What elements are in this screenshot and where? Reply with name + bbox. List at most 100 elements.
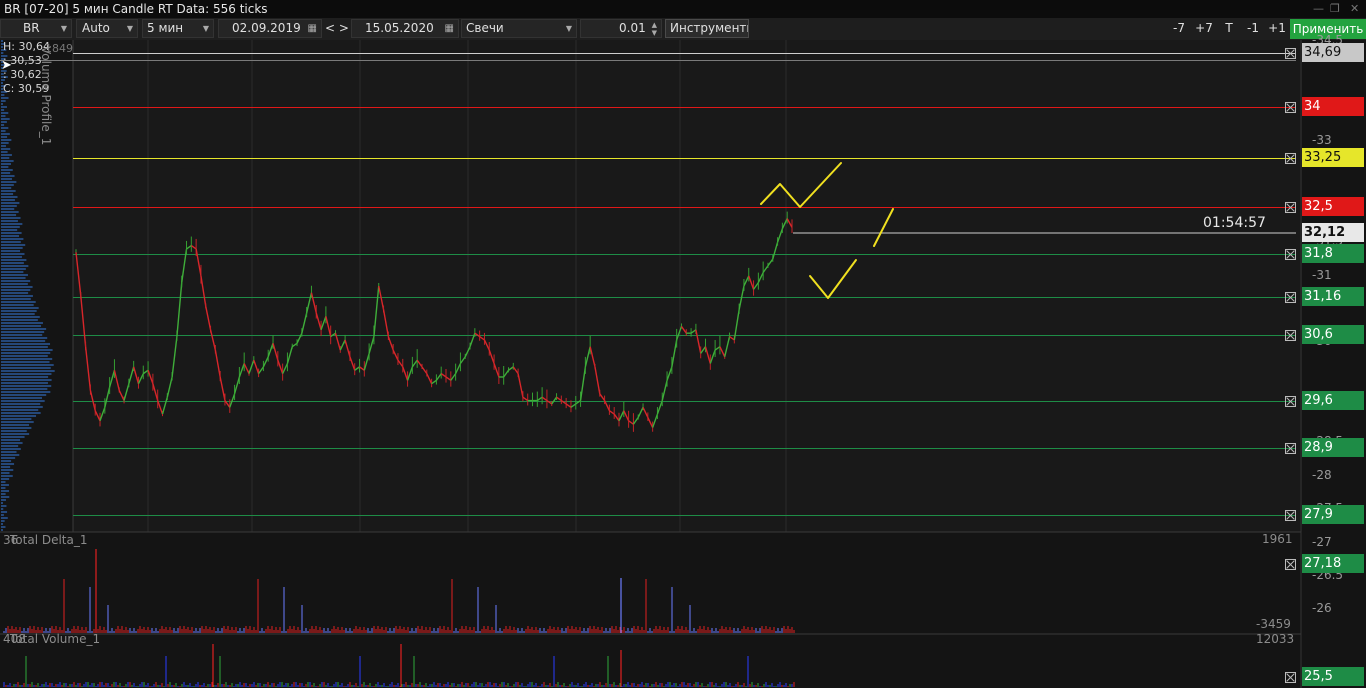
- profile-bar: [1, 97, 9, 99]
- stepper-arrows-icon[interactable]: ▲ ▼: [652, 21, 657, 37]
- volume-profile-label: Volume Profile_1: [39, 46, 53, 146]
- profile-bar: [1, 112, 9, 114]
- level-price-tag[interactable]: 27,9: [1302, 505, 1364, 524]
- level-price-tag[interactable]: 31,8: [1302, 244, 1364, 263]
- profile-bar: [1, 412, 41, 414]
- profile-bar: [1, 208, 15, 210]
- remove-level-icon[interactable]: [1285, 48, 1296, 59]
- profile-bar: [1, 175, 15, 177]
- level-price-tag[interactable]: 30,6: [1302, 325, 1364, 344]
- remove-level-icon[interactable]: [1285, 672, 1296, 683]
- profile-bar: [1, 340, 46, 342]
- remove-level-icon[interactable]: [1285, 249, 1296, 260]
- profile-bar: [1, 439, 21, 441]
- profile-bar: [1, 289, 31, 291]
- profile-bar: [1, 337, 48, 339]
- profile-bar: [1, 334, 43, 336]
- profile-bar: [1, 214, 17, 216]
- profile-bar: [1, 109, 5, 111]
- tick-size-stepper[interactable]: 0.01 ▲ ▼: [580, 19, 662, 38]
- profile-bar: [1, 196, 18, 198]
- profile-bar: [1, 454, 20, 456]
- profile-bar: [1, 376, 49, 378]
- profile-bar: [1, 502, 3, 504]
- level-price-tag[interactable]: 29,6: [1302, 391, 1364, 410]
- profile-bar: [1, 283, 28, 285]
- profile-bar: [1, 382, 48, 384]
- level-price-tag[interactable]: 25,5: [1302, 667, 1364, 686]
- profile-bar: [1, 397, 42, 399]
- profile-bar: [1, 478, 10, 480]
- profile-bar: [1, 529, 3, 531]
- level-price-tag[interactable]: 32,5: [1302, 197, 1364, 216]
- t-button[interactable]: T: [1219, 19, 1239, 38]
- level-price-tag[interactable]: 33,25: [1302, 148, 1364, 167]
- profile-bar: [1, 418, 32, 420]
- profile-bar: [1, 472, 10, 474]
- date-to-field[interactable]: 15.05.2020 ▦: [351, 19, 459, 38]
- profile-bar: [1, 451, 17, 453]
- profile-bar: [1, 253, 25, 255]
- price-axis-tick: -31: [1312, 268, 1332, 282]
- symbol-select[interactable]: BR ▼: [0, 19, 72, 38]
- toolbar: BR ▼ Auto ▼ 5 мин ▼ 02.09.2019 ▦ < > 15.…: [0, 18, 1366, 41]
- instruments-button[interactable]: Инструменты: [665, 19, 749, 38]
- profile-bar: [1, 199, 15, 201]
- remove-level-icon[interactable]: [1285, 153, 1296, 164]
- profile-bar: [1, 262, 24, 264]
- profile-bar: [1, 106, 7, 108]
- level-price-tag[interactable]: 34: [1302, 97, 1364, 116]
- remove-level-icon[interactable]: [1285, 102, 1296, 113]
- chart-type-select[interactable]: Свечи ▼: [461, 19, 577, 38]
- profile-bar: [1, 385, 52, 387]
- profile-bar: [1, 169, 13, 171]
- close-icon[interactable]: ✕: [1350, 2, 1359, 15]
- profile-bar: [1, 265, 29, 267]
- remove-level-icon[interactable]: [1285, 443, 1296, 454]
- profile-bar: [1, 442, 23, 444]
- date-nav-button[interactable]: < >: [325, 19, 349, 38]
- scale-select[interactable]: Auto ▼: [76, 19, 138, 38]
- level-price-tag[interactable]: 34,69: [1302, 43, 1364, 62]
- plus7-button[interactable]: +7: [1192, 19, 1216, 38]
- date-from-field[interactable]: 02.09.2019 ▦: [218, 19, 322, 38]
- profile-bar: [1, 247, 23, 249]
- chart-area[interactable]: 01:54:57: [0, 40, 1366, 688]
- profile-bar: [1, 496, 10, 498]
- plus1-button[interactable]: +1: [1266, 19, 1288, 38]
- profile-bar: [1, 250, 21, 252]
- level-price-tag[interactable]: 31,16: [1302, 287, 1364, 306]
- profile-bar: [1, 322, 43, 324]
- profile-bar: [1, 475, 13, 477]
- profile-bar: [1, 469, 14, 471]
- minus1-button[interactable]: -1: [1242, 19, 1264, 38]
- profile-bar: [1, 100, 6, 102]
- profile-bar: [1, 190, 16, 192]
- minus7-button[interactable]: -7: [1168, 19, 1190, 38]
- level-price-tag[interactable]: 27,18: [1302, 554, 1364, 573]
- profile-bar: [1, 310, 37, 312]
- remove-level-icon[interactable]: [1285, 202, 1296, 213]
- minimize-icon[interactable]: —: [1313, 2, 1324, 15]
- delta-max: 1961: [1262, 532, 1293, 546]
- remove-level-icon[interactable]: [1285, 396, 1296, 407]
- profile-bar: [1, 430, 27, 432]
- profile-bar: [1, 139, 12, 141]
- profile-bar: [1, 487, 6, 489]
- profile-bar: [1, 457, 16, 459]
- profile-bar: [1, 343, 51, 345]
- maximize-icon[interactable]: ❐: [1330, 2, 1340, 15]
- chart-type-value: Свечи: [466, 21, 504, 35]
- remove-level-icon[interactable]: [1285, 510, 1296, 521]
- remove-level-icon[interactable]: [1285, 330, 1296, 341]
- remove-level-icon[interactable]: [1285, 559, 1296, 570]
- profile-bar: [1, 241, 21, 243]
- profile-bar: [1, 508, 4, 510]
- instruments-label: Инструменты: [670, 21, 749, 35]
- level-price-tag[interactable]: 28,9: [1302, 438, 1364, 457]
- profile-bar: [1, 103, 3, 105]
- profile-bar: [1, 184, 14, 186]
- current-price-tag: 32,12: [1302, 223, 1364, 242]
- timeframe-select[interactable]: 5 мин ▼: [142, 19, 214, 38]
- remove-level-icon[interactable]: [1285, 292, 1296, 303]
